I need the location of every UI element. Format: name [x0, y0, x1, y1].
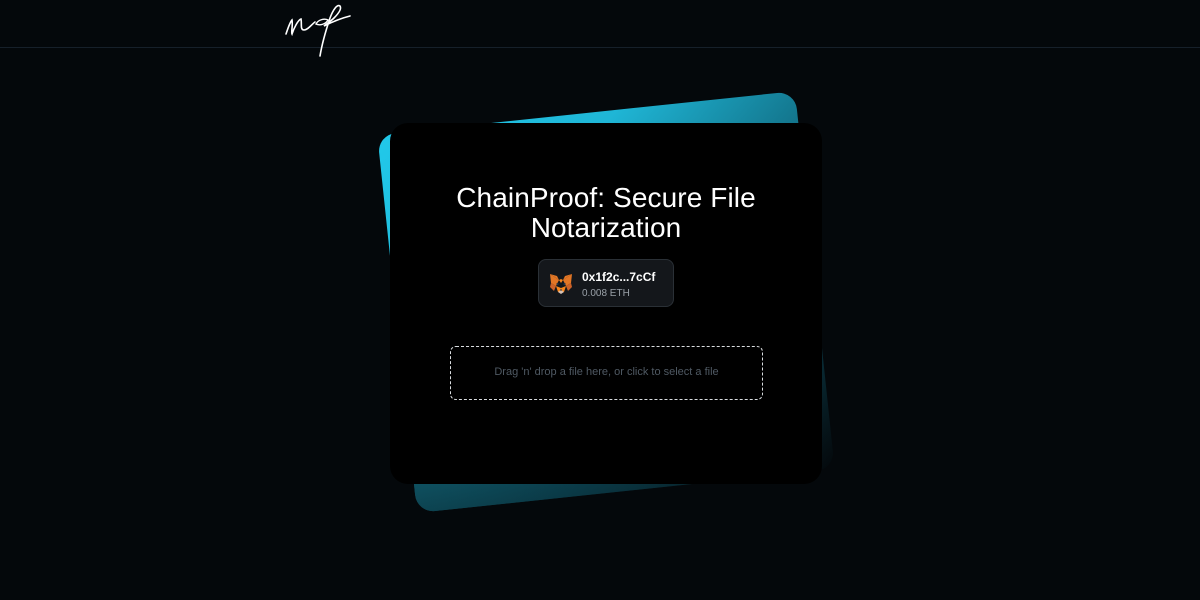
wallet-address: 0x1f2c...7cCf [582, 270, 656, 284]
notarization-card: ChainProof: Secure File Notarization 0x1… [390, 123, 822, 484]
top-bar [0, 0, 1200, 57]
signature-logo-icon[interactable] [280, 0, 356, 58]
page-title: ChainProof: Secure File Notarization [390, 183, 822, 243]
wallet-button[interactable]: 0x1f2c...7cCf 0.008 ETH [538, 259, 674, 307]
metamask-fox-icon [548, 271, 574, 297]
title-text: ChainProof: Secure File Notarization [456, 182, 756, 243]
file-dropzone[interactable]: Drag 'n' drop a file here, or click to s… [450, 346, 763, 400]
wallet-balance: 0.008 ETH [582, 288, 630, 299]
dropzone-label: Drag 'n' drop a file here, or click to s… [494, 366, 719, 378]
page: ChainProof: Secure File Notarization 0x1… [0, 0, 1200, 600]
